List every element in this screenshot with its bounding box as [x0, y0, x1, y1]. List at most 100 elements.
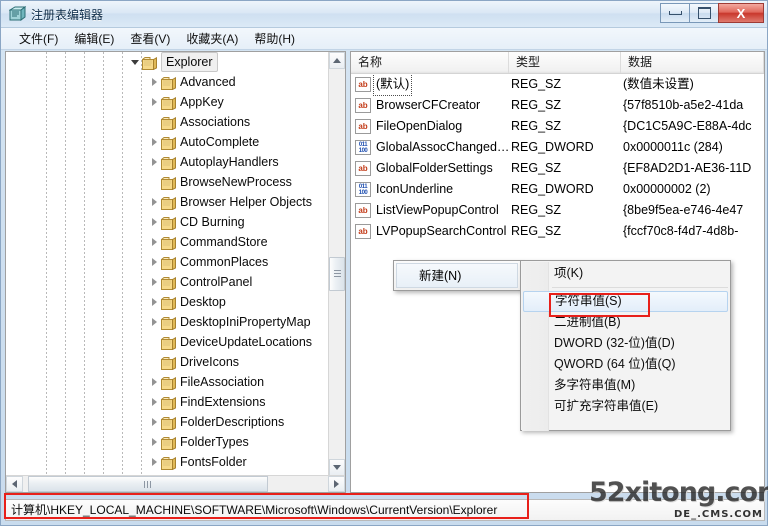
tree-viewport: Explorer Advanced AppKey Associations AutoCo… [6, 52, 329, 476]
table-row[interactable]: ab GlobalFolderSettings REG_SZ {EF8AD2D1-AE… [351, 158, 764, 179]
tree-node[interactable]: AppKey [6, 92, 329, 112]
tree-node[interactable]: FontsFolder [6, 452, 329, 472]
chevron-right-icon[interactable] [149, 152, 159, 172]
minimize-icon [668, 11, 682, 15]
menu-favorites[interactable]: 收藏夹(A) [178, 28, 246, 49]
scrollbar-thumb[interactable] [329, 257, 345, 291]
minimize-button[interactable] [660, 3, 689, 23]
tree-node[interactable]: CommandStore [6, 232, 329, 252]
tree-node[interactable]: ControlPanel [6, 272, 329, 292]
value-data: {8be9f5ea-e746-4e47 [623, 203, 744, 217]
chevron-right-icon[interactable] [149, 392, 159, 412]
tree-node[interactable]: AutoComplete [6, 132, 329, 152]
table-row[interactable]: 011 100 IconUnderline REG_DWORD 0x00000002 (… [351, 179, 764, 200]
tree-horizontal-scrollbar[interactable] [6, 475, 345, 492]
chevron-right-icon[interactable] [149, 432, 159, 452]
close-button[interactable]: X [718, 3, 764, 23]
tree-node-label: Associations [180, 115, 251, 129]
chevron-right-icon[interactable] [149, 192, 159, 212]
scroll-up-button[interactable] [329, 52, 345, 69]
string-value-icon: ab [355, 77, 371, 92]
tree-node[interactable]: DesktopIniPropertyMap [6, 312, 329, 332]
table-row[interactable]: ab BrowserCFCreator REG_SZ {57f8510b-a5e2-4… [351, 95, 764, 116]
value-type: REG_SZ [511, 77, 562, 91]
registry-tree-pane[interactable]: Explorer Advanced AppKey Associations AutoCo… [5, 51, 346, 493]
chevron-right-icon[interactable] [149, 92, 159, 112]
submenu-item[interactable]: 二进制值(B) [521, 312, 730, 333]
tree-node[interactable]: Associations [6, 112, 329, 132]
tree-node-label: FolderTypes [180, 435, 249, 449]
context-submenu-new[interactable]: 项(K) 字符串值(S) 二进制值(B) DWORD (32-位)值(D) QWORD … [520, 260, 731, 431]
tree-node[interactable]: FolderDescriptions [6, 412, 329, 432]
table-row[interactable]: ab LVPopupSearchControl REG_SZ {fccf70c8-f4… [351, 221, 764, 242]
window-buttons: X [660, 3, 764, 24]
chevron-right-icon[interactable] [149, 412, 159, 432]
title-bar[interactable]: 注册表编辑器 X [1, 1, 767, 28]
table-row[interactable]: 011 100 GlobalAssocChanged… REG_DWORD 0x0000… [351, 137, 764, 158]
context-menu-item-new[interactable]: 新建(N) [396, 263, 518, 288]
tree-node[interactable]: Advanced [6, 72, 329, 92]
chevron-right-icon[interactable] [149, 292, 159, 312]
tree-node[interactable]: DriveIcons [6, 352, 329, 372]
chevron-right-icon[interactable] [149, 452, 159, 472]
chevron-right-icon[interactable] [149, 72, 159, 92]
tree-node-label: Browser Helper Objects [180, 195, 312, 209]
chevron-right-icon[interactable] [149, 272, 159, 292]
chevron-right-icon[interactable] [149, 232, 159, 252]
tree-node[interactable]: AutoplayHandlers [6, 152, 329, 172]
scroll-left-button[interactable] [6, 476, 23, 492]
tree-node[interactable]: Explorer [6, 52, 329, 72]
tree-node-label: AutoplayHandlers [180, 155, 279, 169]
submenu-item[interactable]: 可扩充字符串值(E) [521, 396, 730, 417]
string-value-icon: ab [355, 203, 371, 218]
value-type: REG_SZ [511, 98, 562, 112]
tree-vertical-scrollbar[interactable] [328, 52, 345, 476]
table-row[interactable]: ab FileOpenDialog REG_SZ {DC1C5A9C-E88A-4dc [351, 116, 764, 137]
tree-node-label: AutoComplete [180, 135, 260, 149]
menu-view[interactable]: 查看(V) [122, 28, 178, 49]
tree-node[interactable]: FolderTypes [6, 432, 329, 452]
scroll-down-button[interactable] [329, 459, 345, 476]
tree-node[interactable]: DeviceUpdateLocations [6, 332, 329, 352]
tree-node[interactable]: FileAssociation [6, 372, 329, 392]
hscrollbar-thumb[interactable] [28, 476, 268, 492]
menu-help[interactable]: 帮助(H) [246, 28, 303, 49]
value-name: GlobalAssocChanged… [376, 140, 510, 154]
submenu-item[interactable]: 字符串值(S) [523, 291, 728, 312]
submenu-item[interactable]: 多字符串值(M) [521, 375, 730, 396]
table-row[interactable]: ab ListViewPopupControl REG_SZ {8be9f5ea-e7… [351, 200, 764, 221]
value-name: (默认) [372, 74, 413, 96]
folder-icon [160, 216, 176, 231]
column-type[interactable]: 类型 [509, 52, 621, 73]
value-data: 0x00000002 (2) [623, 182, 711, 196]
tree-node[interactable]: BrowseNewProcess [6, 172, 329, 192]
maximize-button[interactable] [689, 3, 718, 23]
submenu-item[interactable]: DWORD (32-位)值(D) [521, 333, 730, 354]
context-menu-new[interactable]: 新建(N) [393, 260, 521, 291]
folder-icon [160, 436, 176, 451]
chevron-right-icon[interactable] [149, 372, 159, 392]
chevron-right-icon[interactable] [149, 132, 159, 152]
column-name[interactable]: 名称 [351, 52, 509, 73]
table-row[interactable]: ab (默认) REG_SZ (数值未设置) [351, 74, 764, 96]
chevron-right-icon[interactable] [149, 312, 159, 332]
chevron-right-icon[interactable] [149, 252, 159, 272]
value-name: IconUnderline [376, 182, 454, 196]
scroll-right-button[interactable] [328, 476, 345, 492]
value-name: FileOpenDialog [376, 119, 463, 133]
tree-node[interactable]: CD Burning [6, 212, 329, 232]
tree-node[interactable]: Desktop [6, 292, 329, 312]
tree-node[interactable]: FindExtensions [6, 392, 329, 412]
menu-edit[interactable]: 编辑(E) [66, 28, 122, 49]
tree-node-label: DriveIcons [180, 355, 240, 369]
column-data[interactable]: 数据 [621, 52, 764, 73]
tree-node[interactable]: CommonPlaces [6, 252, 329, 272]
tree-node[interactable]: Browser Helper Objects [6, 192, 329, 212]
submenu-item[interactable]: 项(K) [521, 263, 730, 284]
chevron-down-icon[interactable] [130, 52, 140, 72]
submenu-item[interactable]: QWORD (64 位)值(Q) [521, 354, 730, 375]
dword-value-icon: 011 100 [355, 182, 371, 197]
menu-file[interactable]: 文件(F) [11, 28, 66, 49]
registry-editor-window: 注册表编辑器 X 文件(F) 编辑(E) 查看(V) 收藏夹(A) 帮助(H) Expl… [0, 0, 768, 526]
chevron-right-icon[interactable] [149, 212, 159, 232]
